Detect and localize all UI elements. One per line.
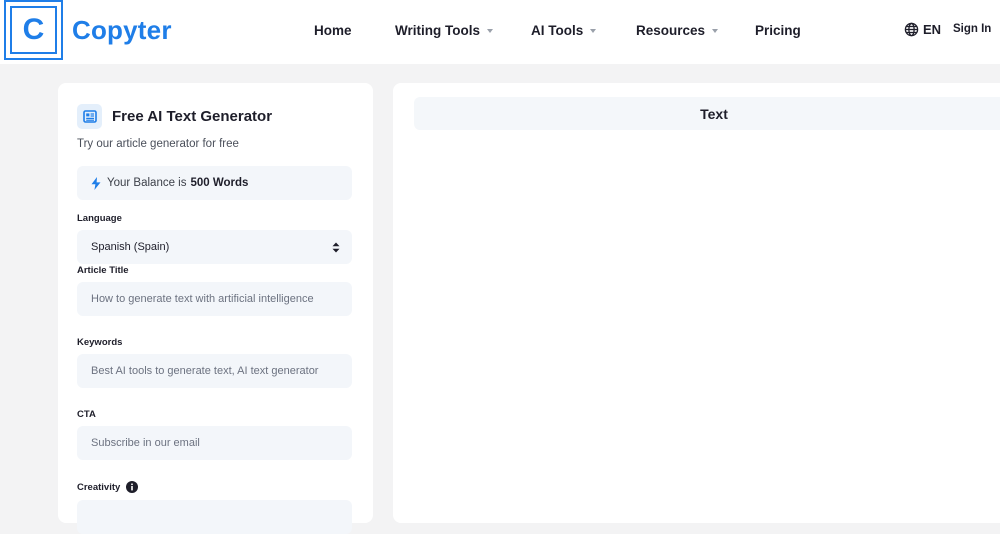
nav-pricing[interactable]: Pricing — [755, 23, 801, 38]
creativity-label: Creativity — [77, 481, 121, 493]
chevron-down-icon — [590, 28, 597, 33]
language-field-label: Language — [77, 213, 122, 224]
nav-writing-tools-label: Writing Tools — [395, 23, 480, 38]
nav-pricing-label: Pricing — [755, 23, 801, 38]
generator-panel: Free AI Text Generator Try our article g… — [58, 83, 373, 534]
document-icon — [77, 104, 102, 129]
balance-box: Your Balance is 500 Words — [77, 166, 352, 200]
document-icon-glyph — [82, 110, 97, 123]
article-title-input[interactable] — [77, 282, 352, 316]
nav-ai-tools-label: AI Tools — [531, 23, 584, 38]
language-select[interactable]: Spanish (Spain) — [77, 230, 352, 264]
balance-value: 500 Words — [190, 177, 249, 189]
keywords-input[interactable] — [77, 354, 352, 388]
nav-writing-tools[interactable]: Writing Tools — [395, 23, 493, 38]
nav-resources-label: Resources — [636, 23, 706, 38]
brand-name: Copyter — [72, 14, 172, 45]
logo-letter: C — [22, 13, 45, 46]
nav-home[interactable]: Home — [314, 23, 352, 38]
panel-header: Free AI Text Generator — [77, 104, 272, 129]
nav-resources[interactable]: Resources — [636, 23, 719, 38]
language-switcher[interactable]: EN — [904, 22, 941, 37]
globe-icon — [904, 22, 919, 37]
lightning-icon — [91, 176, 101, 190]
keywords-label: Keywords — [77, 337, 123, 348]
output-panel: Text — [393, 83, 1000, 523]
sign-in-link[interactable]: Sign In — [953, 23, 991, 35]
tab-text-label: Text — [700, 105, 728, 122]
panel-title: Free AI Text Generator — [112, 108, 273, 125]
panel-subtitle: Try our article generator for free — [77, 138, 239, 150]
top-header: C Copyter Home Writing Tools AI Tools Re… — [0, 0, 1000, 64]
logo[interactable]: C Copyter — [4, 0, 172, 60]
balance-prefix: Your Balance is — [107, 177, 187, 189]
cta-label: CTA — [77, 409, 96, 420]
cta-input[interactable] — [77, 426, 352, 460]
language-select-value: Spanish (Spain) — [91, 241, 170, 253]
nav-home-label: Home — [314, 23, 352, 38]
info-icon[interactable] — [126, 481, 139, 493]
language-label: EN — [923, 22, 942, 37]
sort-arrows-icon — [332, 242, 340, 252]
article-title-label: Article Title — [77, 265, 129, 276]
chevron-down-icon — [487, 28, 493, 33]
logo-mark: C — [4, 0, 63, 60]
tab-text[interactable]: Text — [414, 97, 1000, 130]
chevron-down-icon — [712, 28, 719, 33]
nav-ai-tools[interactable]: AI Tools — [531, 23, 597, 38]
creativity-label-row: Creativity — [77, 481, 139, 493]
creativity-control[interactable] — [77, 500, 352, 534]
